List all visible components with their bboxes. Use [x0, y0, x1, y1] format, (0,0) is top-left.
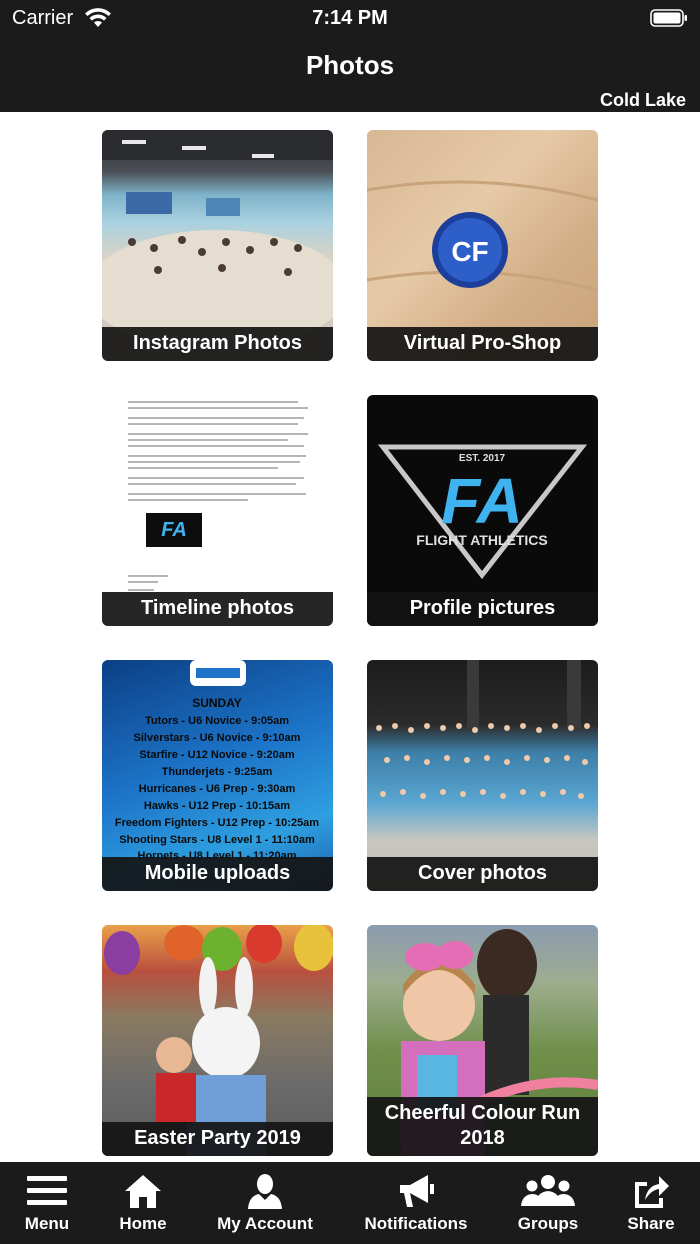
- proshop-badge-text: CF: [451, 236, 488, 267]
- album-caption: Easter Party 2019: [102, 1122, 333, 1156]
- schedule-line: Thunderjets - 9:25am: [162, 766, 273, 778]
- tab-notifications[interactable]: Notifications: [338, 1162, 494, 1244]
- schedule-line: Starfire - U12 Novice - 9:20am: [139, 749, 295, 761]
- schedule-line: Tutors - U6 Novice - 9:05am: [145, 715, 289, 727]
- album-caption: Profile pictures: [367, 592, 598, 626]
- album-caption: Mobile uploads: [102, 857, 333, 891]
- tab-label: My Account: [217, 1214, 313, 1233]
- location-label: Cold Lake: [599, 90, 686, 110]
- album-instagram-photos[interactable]: Instagram Photos: [102, 130, 333, 361]
- home-icon: [125, 1175, 161, 1208]
- bottom-tab-bar: Menu Home My Account Notifications Group…: [0, 1162, 700, 1244]
- top-bar: Carrier 7:14 PM Photos Cold Lake: [0, 0, 700, 112]
- schedule-heading: SUNDAY: [192, 696, 242, 710]
- clock: 7:14 PM: [312, 7, 388, 29]
- account-icon: [248, 1174, 282, 1209]
- album-profile-pictures[interactable]: EST. 2017 FA FLIGHT ATHLETICS Profile pi…: [367, 395, 598, 626]
- album-grid: Instagram Photos CF Virtual Pro-Shop FA …: [0, 112, 700, 1162]
- status-bar: Carrier 7:14 PM: [0, 0, 700, 36]
- tab-menu[interactable]: Menu: [0, 1162, 94, 1244]
- megaphone-icon: [400, 1175, 434, 1207]
- page-title: Photos: [305, 50, 395, 80]
- tab-home[interactable]: Home: [94, 1162, 192, 1244]
- album-caption: Instagram Photos: [102, 327, 333, 361]
- tab-groups[interactable]: Groups: [494, 1162, 602, 1244]
- tab-label: Share: [627, 1214, 675, 1233]
- groups-icon: [521, 1175, 575, 1206]
- tab-my-account[interactable]: My Account: [192, 1162, 338, 1244]
- tab-label: Menu: [24, 1214, 70, 1233]
- album-cover-photos[interactable]: Cover photos: [367, 660, 598, 891]
- album-mobile-uploads[interactable]: SUNDAY Tutors - U6 Novice - 9:05am Silve…: [102, 660, 333, 891]
- logo-est-text: EST. 2017: [459, 453, 506, 464]
- logo-letters: FA: [441, 465, 523, 537]
- album-caption: Cover photos: [367, 857, 598, 891]
- tab-label: Groups: [517, 1214, 579, 1233]
- tab-label: Notifications: [364, 1214, 468, 1233]
- album-caption: Cheerful Colour Run 2018: [367, 1097, 598, 1156]
- album-easter-party-2019[interactable]: Easter Party 2019: [102, 925, 333, 1156]
- logo-brand-text: FLIGHT ATHLETICS: [416, 532, 547, 548]
- schedule-line: Freedom Fighters - U12 Prep - 10:25am: [115, 817, 319, 829]
- schedule-line: Hawks - U12 Prep - 10:15am: [144, 800, 290, 812]
- album-cheerful-colour-run-2018[interactable]: Cheerful Colour Run 2018: [367, 925, 598, 1156]
- tab-share[interactable]: Share: [602, 1162, 700, 1244]
- schedule-line: Hurricanes - U6 Prep - 9:30am: [139, 783, 296, 795]
- tab-label: Home: [119, 1214, 167, 1233]
- menu-icon: [27, 1176, 67, 1205]
- battery-icon: [650, 9, 687, 27]
- share-icon: [635, 1176, 669, 1208]
- album-caption: Virtual Pro-Shop: [367, 327, 598, 361]
- album-timeline-photos[interactable]: FA Timeline photos: [102, 395, 333, 626]
- timeline-logo-text: FA: [161, 519, 187, 541]
- album-caption: Timeline photos: [102, 592, 333, 626]
- schedule-line: Silverstars - U6 Novice - 9:10am: [134, 732, 301, 744]
- schedule-line: Shooting Stars - U8 Level 1 - 11:10am: [119, 834, 315, 846]
- album-virtual-pro-shop[interactable]: CF Virtual Pro-Shop: [367, 130, 598, 361]
